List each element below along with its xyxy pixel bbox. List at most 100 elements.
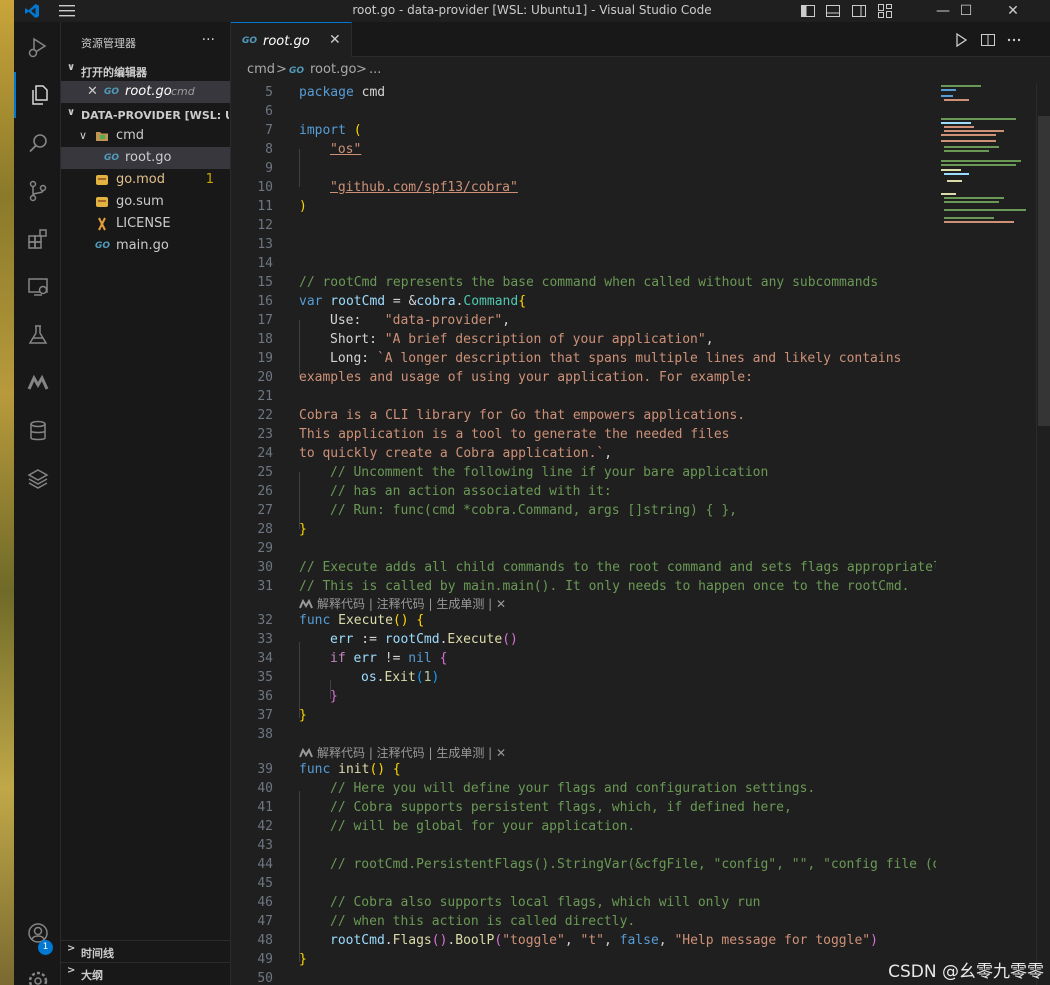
code-token: Execute	[447, 632, 503, 647]
code-line: 8 "os"	[231, 142, 936, 161]
timeline-section-header[interactable]: > 时间线	[61, 940, 231, 960]
code-token: rootCmd	[330, 933, 385, 948]
close-window-button[interactable]: ✕	[990, 0, 1036, 22]
layers-icon[interactable]	[14, 456, 61, 502]
minimap-line	[944, 146, 999, 148]
code-token: err	[330, 632, 354, 647]
scrollbar-thumb[interactable]	[1038, 116, 1050, 426]
explorer-icon[interactable]	[14, 72, 61, 118]
open-editors-label: 打开的编辑器	[81, 66, 147, 79]
codelens-actions[interactable]: 解释代码 | 注释代码 | 生成单测 | ✕	[299, 595, 506, 613]
code-token: false	[619, 933, 659, 948]
codelens-text[interactable]: 解释代码 | 注释代码 | 生成单测 | ✕	[317, 597, 506, 611]
tab-close-icon[interactable]: ✕	[329, 32, 341, 48]
minimap-line	[944, 150, 989, 152]
customize-layout-icon[interactable]	[877, 3, 893, 19]
license-icon	[98, 217, 106, 231]
source-control-icon[interactable]	[14, 168, 61, 214]
line-number: 14	[257, 256, 273, 271]
minimap-line	[941, 89, 956, 91]
outline-section-header[interactable]: > 大纲	[61, 962, 231, 982]
minimap-line	[944, 99, 969, 101]
testing-flask-icon[interactable]	[14, 312, 61, 358]
codelens-text[interactable]: 解释代码 | 注释代码 | 生成单测 | ✕	[317, 746, 506, 760]
database-icon[interactable]	[14, 408, 61, 454]
line-number: 41	[257, 800, 273, 815]
tree-item-label: main.go	[116, 238, 169, 253]
code-token: "toggle"	[502, 933, 565, 948]
tree-item-main-go[interactable]: GO main.go	[61, 235, 230, 257]
tree-item-cmd-folder[interactable]: ∨ cmd	[61, 125, 230, 147]
code-line: 48 rootCmd.Flags().BoolP("toggle", "t", f…	[231, 933, 936, 952]
tree-item-go-sum[interactable]: go.sum	[61, 191, 230, 213]
code-token: !=	[376, 651, 409, 666]
codelens-actions[interactable]: 解释代码 | 注释代码 | 生成单测 | ✕	[299, 744, 506, 762]
search-icon[interactable]	[14, 120, 61, 166]
code-token: {	[431, 651, 448, 666]
code-token: // Cobra supports persistent flags, whic…	[330, 800, 792, 815]
minimap-line	[944, 201, 999, 203]
code-token: Flags	[392, 933, 432, 948]
code-token: // rootCmd represents the base command w…	[299, 275, 879, 290]
toggle-primary-sidebar-icon[interactable]	[800, 3, 816, 19]
code-line: 17 Use: "data-provider",	[231, 313, 936, 332]
workspace-section-header[interactable]: ∨ DATA-PROVIDER [WSL: UB...	[61, 105, 231, 125]
maximize-button[interactable]: ☐	[943, 0, 989, 22]
toggle-secondary-sidebar-icon[interactable]	[851, 3, 867, 19]
code-line: 34 if err != nil {	[231, 651, 936, 670]
remote-explorer-icon[interactable]	[14, 264, 61, 310]
tree-item-go-mod[interactable]: go.mod 1	[61, 169, 230, 191]
code-token: )	[870, 933, 878, 948]
line-number: 32	[257, 613, 273, 628]
run-and-debug-icon[interactable]	[14, 24, 61, 70]
code-token: This application is a tool to generate t…	[299, 427, 730, 442]
line-number: 22	[257, 408, 273, 423]
line-number: 7	[265, 123, 273, 138]
code-editor[interactable]: 5 package cmd 6 7 import ( 8 "os" 9 10 "gith…	[231, 83, 936, 985]
line-number: 29	[257, 541, 273, 556]
go-mod-icon	[96, 175, 108, 185]
minimap[interactable]	[936, 83, 1036, 985]
minimap-line	[944, 130, 1004, 132]
close-editor-icon[interactable]: ✕	[87, 84, 98, 99]
problem-count-badge: 1	[205, 172, 214, 187]
code-line: 25 // Uncomment the following line if you…	[231, 465, 936, 484]
line-number: 21	[257, 389, 273, 404]
extensions-icon[interactable]	[14, 216, 61, 262]
tree-item-label: cmd	[116, 128, 145, 143]
marscode-icon[interactable]	[14, 360, 61, 406]
code-token: rootCmd	[384, 632, 440, 647]
breadcrumb: cmd > GO root.go > ...	[231, 57, 1050, 83]
line-number: 45	[257, 876, 273, 891]
open-editors-section-header[interactable]: ∨ 打开的编辑器	[61, 60, 231, 80]
code-token: // Uncomment the following line if your …	[330, 465, 769, 480]
more-actions-icon[interactable]	[1006, 32, 1022, 48]
accounts-icon[interactable]: 1	[14, 910, 61, 956]
tree-item-root-go[interactable]: GO root.go	[61, 147, 230, 169]
toggle-panel-icon[interactable]	[825, 3, 841, 19]
open-editor-item-root-go[interactable]: ✕ GO root.go cmd	[61, 81, 230, 103]
code-token: "Help message for toggle"	[674, 933, 871, 948]
breadcrumb-symbol[interactable]: ...	[369, 62, 381, 77]
tab-root-go[interactable]: GO root.go ✕	[231, 22, 352, 57]
line-number: 12	[257, 218, 273, 233]
explorer-more-actions-icon[interactable]: ···	[202, 32, 215, 48]
minimap-line	[944, 126, 974, 128]
split-editor-icon[interactable]	[980, 32, 996, 48]
line-number: 43	[257, 838, 273, 853]
manage-gear-icon[interactable]	[14, 958, 61, 985]
code-line: 5 package cmd	[231, 85, 936, 104]
code-token: package	[299, 85, 354, 100]
explorer-sidebar: 资源管理器 ··· ∨ 打开的编辑器 ✕ GO root.go cmd ∨ DA…	[61, 22, 231, 985]
open-editor-dir: cmd	[171, 85, 195, 98]
breadcrumb-file[interactable]: root.go	[310, 62, 356, 77]
tree-item-license[interactable]: LICENSE	[61, 213, 230, 235]
code-line: 49}	[231, 952, 936, 971]
code-token: rootCmd	[322, 294, 386, 309]
run-code-icon[interactable]	[953, 32, 969, 48]
breadcrumb-folder[interactable]: cmd	[247, 62, 275, 77]
vertical-scrollbar[interactable]	[1036, 83, 1050, 985]
code-line: 29	[231, 541, 936, 560]
minimap-line	[941, 85, 981, 87]
code-token: examples and usage of using your applica…	[299, 370, 753, 385]
